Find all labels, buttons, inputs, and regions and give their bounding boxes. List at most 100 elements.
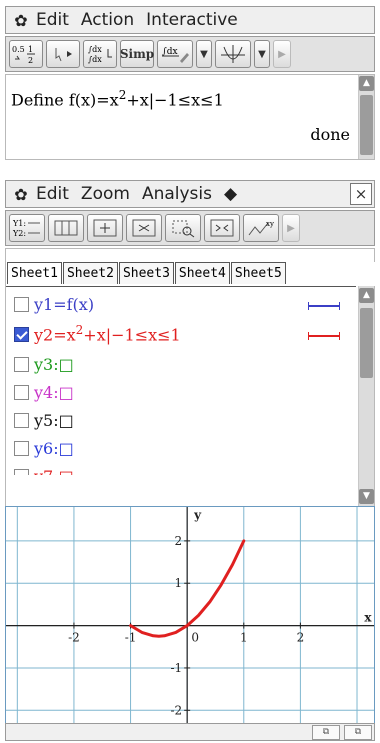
checkbox-y1[interactable] — [14, 296, 29, 312]
scroll-thumb[interactable] — [360, 308, 373, 378]
equation-row-y5[interactable]: y5:□ — [6, 407, 74, 433]
equation-row-y6[interactable]: y6:□ — [6, 435, 74, 461]
line-style-y2[interactable] — [308, 332, 340, 340]
tab-sheet3[interactable]: Sheet3 — [118, 262, 174, 284]
x-tick-label: -1 — [125, 631, 137, 645]
menu-zoom[interactable]: Zoom — [81, 184, 130, 204]
menu-edit[interactable]: Edit — [36, 10, 69, 30]
table-icon[interactable] — [48, 214, 84, 242]
svg-text:Y2:: Y2: — [12, 229, 26, 238]
y-tick-label: 2 — [175, 534, 183, 548]
graph-window[interactable]: -2 -1 0 1 2 2 1 -1 -2 x y — [5, 506, 375, 724]
curve-point — [197, 614, 200, 617]
checkbox-y7[interactable] — [14, 468, 29, 475]
tab-sheet5[interactable]: Sheet5 — [230, 262, 286, 284]
zoom-fit-icon[interactable] — [204, 214, 240, 242]
tab-sheet1[interactable]: Sheet1 — [7, 262, 62, 284]
define-input-line[interactable]: Define f(x)=x2+x|−1≤x≤1 — [11, 88, 224, 109]
main-toolbar: 0.5 1 2 ∫dx ∫dx Simp ∫dx ▼ ▼ ▶ — [5, 36, 375, 72]
integral-toggle-icon[interactable]: ∫dx ∫dx — [83, 40, 117, 68]
main-scrollbar[interactable]: ▲ — [358, 75, 374, 159]
svg-text:1: 1 — [28, 45, 33, 54]
y-tick-label: -1 — [170, 661, 182, 675]
curve-point — [186, 624, 188, 627]
scroll-up-icon[interactable]: ▲ — [359, 76, 374, 91]
equation-row-y4[interactable]: y4:□ — [6, 379, 74, 405]
equation-label[interactable]: y4:□ — [34, 383, 74, 402]
menu-edit[interactable]: Edit — [36, 184, 69, 204]
sheet-tabs: Sheet1 Sheet2 Sheet3 Sheet4 Sheet5 — [6, 262, 376, 286]
curve-point — [152, 635, 154, 637]
equation-text: y2=x — [34, 325, 76, 345]
equation-text-suffix: +x|−1≤x≤1 — [83, 325, 181, 345]
x-axis-label: x — [364, 611, 372, 625]
svg-text:2: 2 — [28, 56, 33, 65]
checkbox-y3[interactable] — [14, 356, 29, 372]
dropdown-icon[interactable]: ▼ — [254, 40, 270, 68]
equation-scrollbar[interactable]: ▲ ▼ — [358, 286, 374, 511]
gear-icon[interactable]: ✿ — [6, 185, 36, 204]
dropdown-icon[interactable]: ▼ — [196, 40, 212, 68]
checkbox-y5[interactable] — [14, 412, 29, 428]
fraction-decimal-icon[interactable]: 0.5 1 2 — [9, 40, 43, 68]
curve-point — [163, 635, 166, 637]
equation-label[interactable]: y1=f(x) — [34, 295, 94, 314]
graph-toolbar: Y1: Y2: xy ▶ — [5, 210, 375, 246]
paste-icon[interactable]: ⧉ — [344, 725, 372, 740]
curve-point — [231, 563, 234, 566]
curve-point — [220, 584, 222, 586]
close-icon[interactable]: × — [350, 183, 372, 205]
equation-row-y3[interactable]: y3:□ — [6, 351, 74, 377]
gear-icon[interactable]: ✿ — [6, 11, 36, 30]
scroll-right-icon[interactable]: ▶ — [282, 214, 300, 242]
scroll-up-icon[interactable]: ▲ — [359, 288, 374, 303]
curve-point — [158, 635, 160, 637]
equation-row-y1[interactable]: y1=f(x) — [6, 291, 94, 317]
y-axis-label: y — [193, 508, 202, 522]
x-tick-label: 1 — [240, 631, 248, 645]
curve-point — [243, 540, 245, 542]
output-done: done — [310, 125, 350, 144]
checkbox-y6[interactable] — [14, 440, 29, 456]
function-list-icon[interactable]: Y1: Y2: — [9, 214, 45, 242]
menu-analysis[interactable]: Analysis — [142, 184, 212, 204]
zoom-search-icon[interactable] — [165, 214, 201, 242]
cursor-hand-icon[interactable] — [46, 40, 80, 68]
menu-interactive[interactable]: Interactive — [146, 10, 238, 30]
menu-diamond[interactable]: ◆ — [224, 184, 237, 204]
main-work-area[interactable]: Define f(x)=x2+x|−1≤x≤1 done ▲ — [5, 74, 375, 160]
scroll-thumb[interactable] — [360, 95, 373, 155]
line-style-y1[interactable] — [308, 302, 340, 310]
tab-sheet4[interactable]: Sheet4 — [174, 262, 230, 284]
checkbox-y4[interactable] — [14, 384, 29, 400]
x-tick-label: 0 — [191, 631, 199, 645]
copy-icon[interactable]: ⧉ — [312, 725, 340, 740]
equation-label[interactable]: y7:□ — [34, 467, 74, 476]
equation-label[interactable]: y2=x2+x|−1≤x≤1 — [34, 323, 181, 344]
graph-function-icon[interactable] — [215, 40, 251, 68]
curve-point — [141, 631, 143, 634]
graph-plot[interactable]: -2 -1 0 1 2 2 1 -1 -2 x y — [6, 507, 374, 723]
checkbox-y2[interactable] — [14, 326, 29, 342]
equation-row-y2[interactable]: y2=x2+x|−1≤x≤1 — [6, 321, 181, 347]
equation-label[interactable]: y5:□ — [34, 411, 74, 430]
menu-action[interactable]: Action — [81, 10, 134, 30]
trace-icon[interactable]: xy — [243, 214, 279, 242]
status-bar: ⧉ ⧉ — [5, 723, 375, 741]
scroll-down-icon[interactable]: ▼ — [359, 489, 374, 504]
equation-row-y7[interactable]: y7:□ — [6, 463, 74, 475]
equation-label[interactable]: y6:□ — [34, 439, 74, 458]
input-text: Define f(x)=x — [11, 90, 119, 110]
scroll-right-icon[interactable]: ▶ — [273, 40, 291, 68]
svg-text:xy: xy — [266, 220, 274, 228]
tab-sheet2[interactable]: Sheet2 — [62, 262, 118, 284]
integral-pen-icon[interactable]: ∫dx — [157, 40, 193, 68]
equation-row-y7-clip: y7:□ — [6, 463, 346, 475]
view-window-icon[interactable] — [87, 214, 123, 242]
equation-label[interactable]: y3:□ — [34, 355, 74, 374]
curve-point — [175, 631, 177, 634]
input-text-suffix: +x|−1≤x≤1 — [126, 90, 224, 110]
zoom-box-icon[interactable] — [126, 214, 162, 242]
simplify-icon[interactable]: Simp — [120, 40, 154, 68]
y-tick-label: -2 — [170, 703, 182, 717]
